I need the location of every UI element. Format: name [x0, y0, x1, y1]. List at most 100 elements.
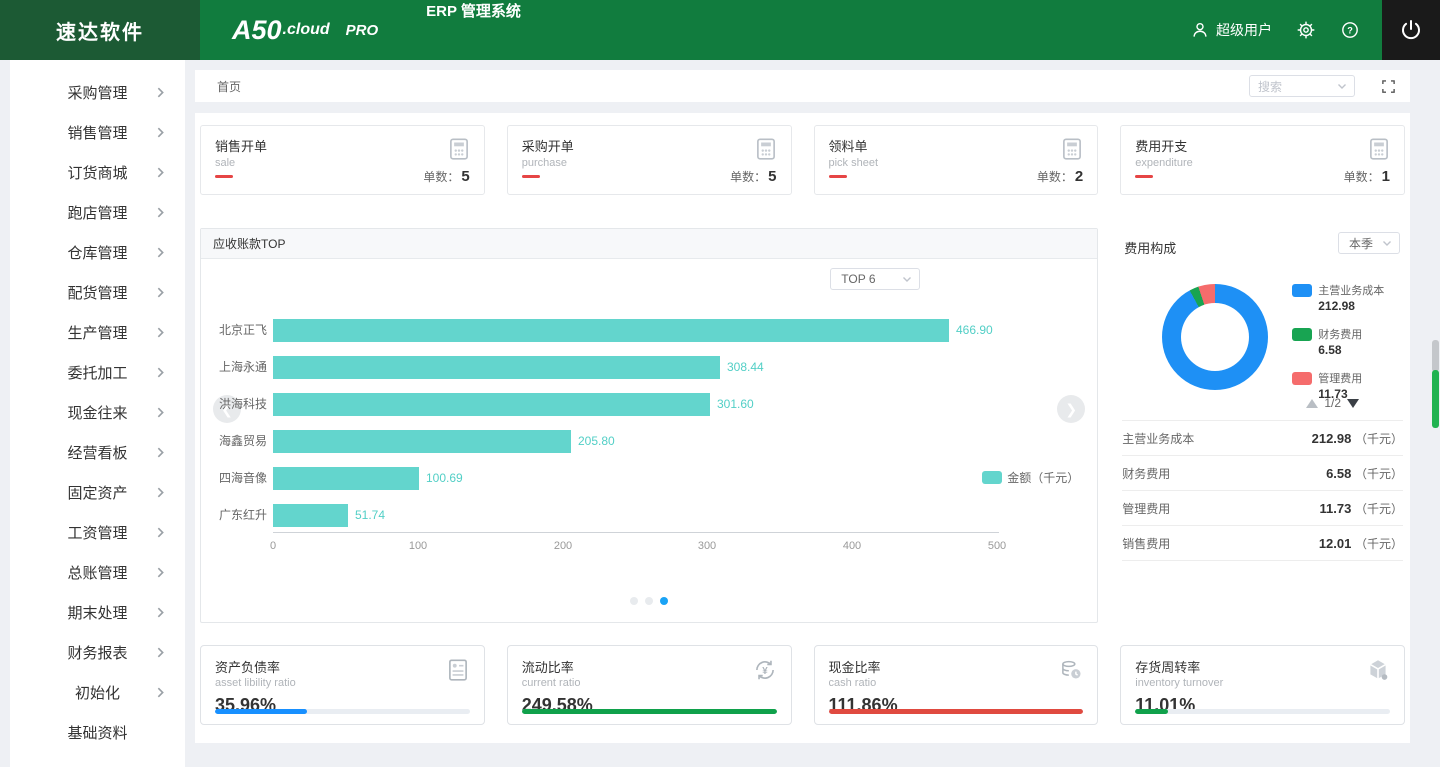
carousel-next-button[interactable]: ❯: [1057, 395, 1086, 423]
x-tick-label: 300: [697, 540, 717, 552]
chevron-right-icon: [154, 686, 167, 704]
chevron-right-icon: [154, 446, 167, 464]
x-axis: [273, 532, 999, 533]
ratio-card-row: 资产负债率 asset libility ratio 35.96% 流动比率 c…: [200, 645, 1405, 725]
carousel-dot[interactable]: [660, 597, 669, 605]
fullscreen-icon[interactable]: [1381, 79, 1396, 94]
ratio-progress-fill: [521, 709, 777, 714]
bar-value-label: 51.74: [355, 508, 386, 522]
user-icon: [1190, 20, 1210, 40]
sidebar-item[interactable]: 跑店管理: [10, 192, 185, 232]
ratio-progress-fill: [1135, 709, 1169, 714]
chevron-right-icon: [154, 326, 167, 344]
bar-category-label: 四海音像: [218, 471, 267, 485]
breadcrumb-home[interactable]: 首页: [217, 78, 241, 95]
ratio-card[interactable]: 资产负债率 asset libility ratio 35.96%: [200, 645, 485, 725]
chevron-right-icon: [154, 646, 167, 664]
sidebar-item[interactable]: 固定资产: [10, 472, 185, 512]
ratio-card[interactable]: 流动比率 current ratio ¥ 249.58%: [506, 645, 792, 725]
bar: [273, 319, 949, 342]
ratio-card[interactable]: 现金比率 cash ratio 111.86%: [813, 645, 1099, 725]
user-menu[interactable]: 超级用户: [1190, 20, 1272, 40]
sidebar-item[interactable]: 现金往来: [10, 392, 185, 432]
settings-gear-icon[interactable]: [1296, 20, 1316, 40]
help-icon[interactable]: ?: [1340, 20, 1360, 40]
logout-power-button[interactable]: [1382, 0, 1440, 60]
bar-chart-legend[interactable]: 金额（千元）: [982, 469, 1079, 486]
chevron-right-icon: [154, 206, 167, 224]
sidebar-item[interactable]: 销售管理: [10, 112, 185, 152]
sidebar-item[interactable]: 订货商城: [10, 152, 185, 192]
legend-pager: 1/2: [1306, 396, 1359, 410]
red-dash: [521, 175, 540, 178]
stat-card[interactable]: 领料单 pick sheet 单数： 2: [813, 125, 1099, 195]
donut-legend-item[interactable]: 财务费用 6.58: [1292, 326, 1384, 357]
sidebar-item[interactable]: 基础资料: [10, 712, 185, 752]
sidebar-nav: 采购管理 销售管理 订货商城 跑店管理 仓库管理 配货管理 生产管理 委托加工: [10, 60, 185, 767]
ratio-card-subtitle: inventory turnover: [1135, 677, 1224, 689]
brand: A50 .cloud PRO: [232, 0, 378, 60]
expense-breakdown-panel: 费用构成 本季 主营业务成本 212.98 财务费用 6.58 管理费用 11.…: [1120, 228, 1405, 623]
stat-card[interactable]: 费用开支 expenditure 单数： 1: [1120, 125, 1405, 195]
chevron-down-icon: [1383, 241, 1391, 246]
calculator-icon: [1366, 136, 1392, 167]
period-select[interactable]: 本季: [1338, 232, 1400, 254]
red-dash: [828, 175, 847, 178]
mid-row: 应收账款TOP TOP 6 金额（千元） ❮ ❯ 北京正飞 466.90 上海永…: [200, 228, 1405, 623]
sidebar-item[interactable]: 总账管理: [10, 552, 185, 592]
sidebar-item[interactable]: 经营看板: [10, 432, 185, 472]
scrollbar-thumb-green[interactable]: [1432, 370, 1439, 428]
sidebar-item[interactable]: 财务报表: [10, 632, 185, 672]
sidebar-item[interactable]: 配货管理: [10, 272, 185, 312]
ratio-card[interactable]: 存货周转率 inventory turnover 11.01%: [1120, 645, 1405, 725]
chevron-right-icon: [154, 286, 167, 304]
sidebar-item[interactable]: 采购管理: [10, 72, 185, 112]
stat-card[interactable]: 销售开单 sale 单数： 5: [200, 125, 485, 195]
carousel-dot[interactable]: [645, 597, 654, 605]
expense-list-row: 管理费用 11.73 （千元）: [1122, 491, 1403, 526]
search-input[interactable]: 搜索: [1249, 75, 1355, 97]
carousel-dot[interactable]: [630, 597, 639, 605]
x-tick-label: 400: [842, 540, 862, 552]
stat-card-count: 单数： 2: [1036, 168, 1084, 185]
chevron-right-icon: [154, 526, 167, 544]
ratio-progress-track: [521, 709, 777, 714]
bar: [273, 504, 348, 527]
sidebar-item[interactable]: 工资管理: [10, 512, 185, 552]
chevron-right-icon: [154, 486, 167, 504]
sidebar-item[interactable]: 初始化: [10, 672, 185, 712]
app-header: 速达软件 A50 .cloud PRO ERP 管理系统 超级用户 ?: [0, 0, 1440, 60]
ratio-card-subtitle: cash ratio: [828, 677, 877, 689]
page-scrollbar[interactable]: [1432, 60, 1439, 767]
stat-card-count: 单数： 1: [1343, 168, 1390, 185]
power-icon: [1399, 18, 1423, 42]
scrollbar-thumb[interactable]: [1432, 340, 1439, 372]
logo[interactable]: 速达软件: [0, 0, 200, 60]
chevron-right-icon: [154, 86, 167, 104]
red-dash: [1135, 175, 1154, 178]
sidebar-item[interactable]: 仓库管理: [10, 232, 185, 272]
x-tick-label: 500: [987, 540, 1007, 552]
inventory-box-icon: [1365, 657, 1391, 688]
sidebar-item[interactable]: 生产管理: [10, 312, 185, 352]
breadcrumb-bar: 首页 搜索: [195, 70, 1410, 102]
sidebar-item[interactable]: 期末处理: [10, 592, 185, 632]
expense-label: 主营业务成本: [1122, 431, 1195, 446]
sidebar-item[interactable]: 委托加工: [10, 352, 185, 392]
pager-down-icon[interactable]: [1347, 398, 1359, 408]
chevron-right-icon: [154, 246, 167, 264]
receivables-bar-chart: TOP 6 金额（千元） ❮ ❯ 北京正飞 466.90 上海永通 308.44 洪海科…: [201, 259, 1097, 622]
pager-up-icon[interactable]: [1306, 398, 1319, 408]
chevron-right-icon: [154, 166, 167, 184]
stat-card[interactable]: 采购开单 purchase 单数： 5: [506, 125, 792, 195]
bar: [273, 356, 720, 379]
brand-badge: PRO: [345, 21, 379, 39]
brand-name: A50: [232, 14, 282, 45]
ratio-progress-track: [215, 709, 470, 714]
expense-donut-chart: [1162, 284, 1269, 390]
expense-list-row: 销售费用 12.01 （千元）: [1122, 526, 1403, 561]
bar-value-label: 301.60: [717, 397, 754, 411]
donut-legend-item[interactable]: 主营业务成本 212.98: [1292, 282, 1384, 313]
brand-suffix: .cloud: [282, 21, 330, 38]
top-n-select[interactable]: TOP 6: [830, 268, 921, 290]
